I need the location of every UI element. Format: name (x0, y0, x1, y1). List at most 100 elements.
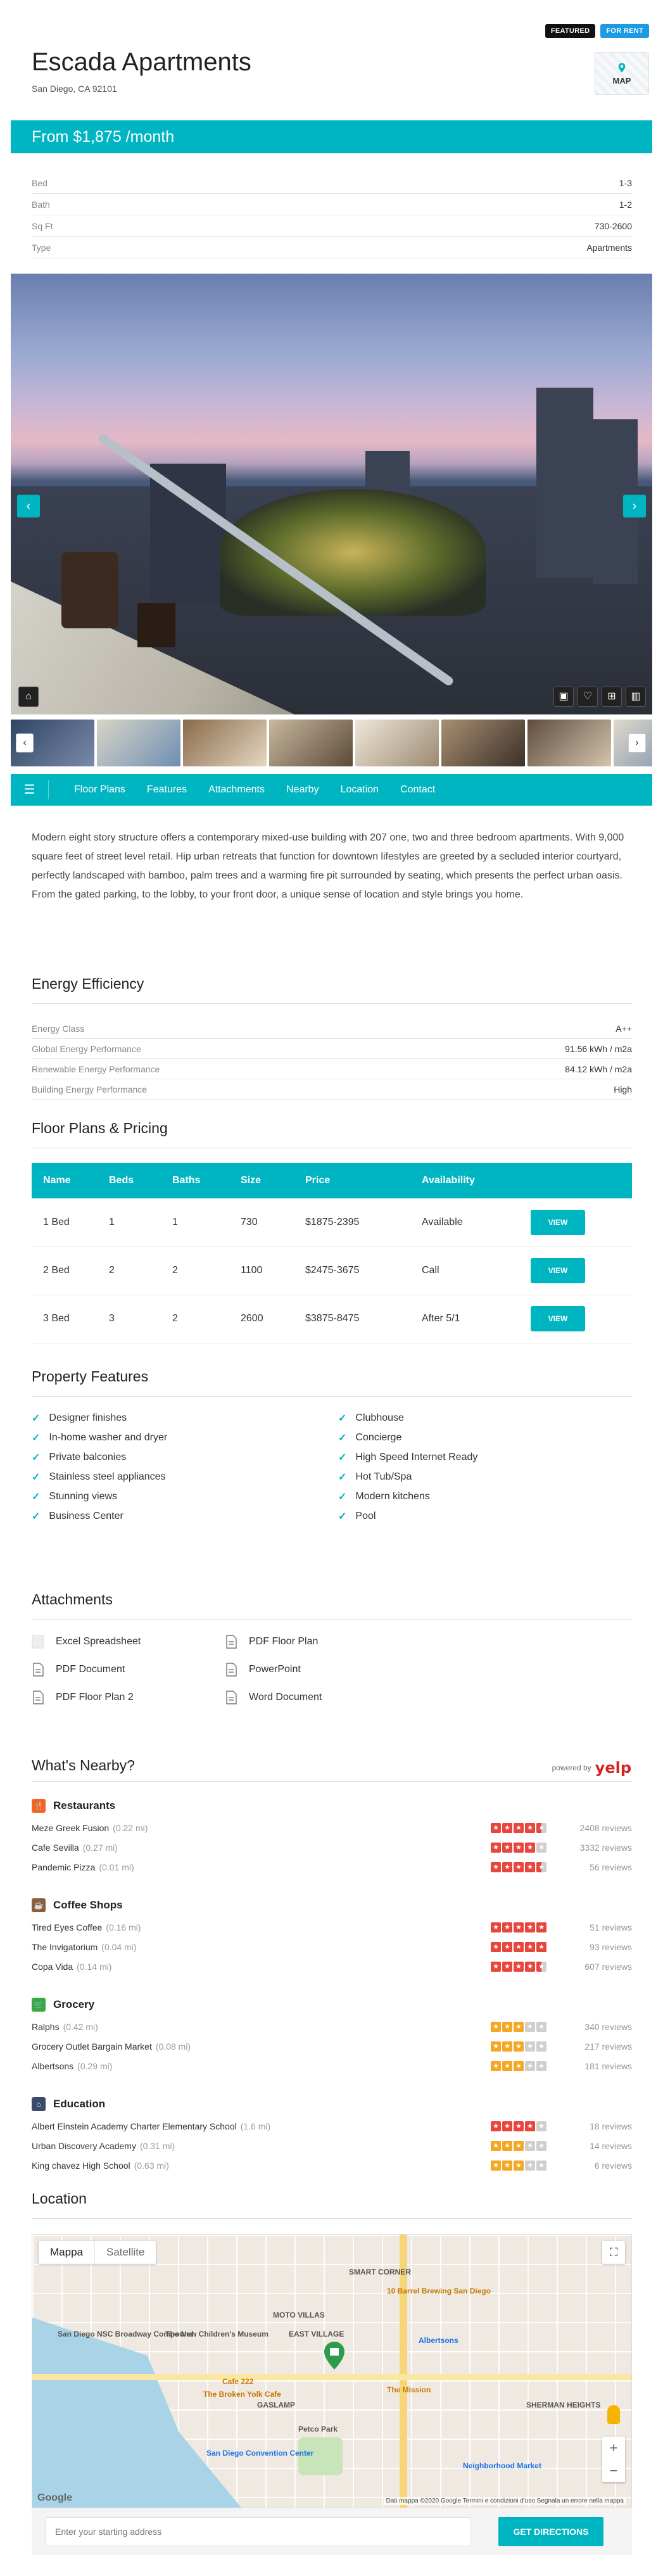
attachment-link[interactable]: PDF Document (32, 1662, 225, 1677)
place-name[interactable]: Tired Eyes Coffee (32, 1922, 102, 1932)
map-credits[interactable]: Dati mappa ©2020 Google Termini e condiz… (383, 2497, 626, 2505)
star-rating: ★ ★ ★ ★ ★ (491, 1843, 546, 1853)
place-name[interactable]: The Invigatorium (32, 1942, 98, 1952)
place-name[interactable]: Pandemic Pizza (32, 1862, 95, 1872)
thumbnail-strip[interactable] (11, 717, 652, 769)
location-map[interactable]: SMART CORNER EAST VILLAGE Albertsons The… (32, 2234, 632, 2508)
thumbnail[interactable] (183, 720, 267, 766)
place-name[interactable]: King chavez High School (32, 2160, 130, 2171)
review-count: 607 reviews (584, 1962, 632, 1972)
attachment-link[interactable]: PDF Floor Plan 2 (32, 1690, 225, 1705)
property-marker-icon[interactable] (324, 2341, 345, 2370)
feature-item: ✓ High Speed Internet Ready (338, 1450, 632, 1464)
energy-label: Energy Class (32, 1024, 85, 1034)
place-name[interactable]: Urban Discovery Academy (32, 2141, 136, 2151)
check-icon: ✓ (32, 1413, 41, 1424)
feature-item: ✓ Clubhouse (338, 1411, 632, 1425)
place-distance: (0.16 mi) (106, 1922, 141, 1932)
photo-gallery[interactable]: ‹ › ⌂ ▣ ♡ ⊞ ▥ (11, 274, 652, 714)
zoom-in-button[interactable]: + (602, 2437, 625, 2459)
check-icon: ✓ (32, 1452, 41, 1463)
category-title: Restaurants (53, 1799, 116, 1811)
attachment-link[interactable]: PowerPoint (225, 1662, 418, 1677)
home-icon[interactable]: ⌂ (18, 687, 39, 707)
place-name[interactable]: Meze Greek Fusion (32, 1823, 109, 1833)
spec-label: Type (32, 243, 51, 253)
attachment-label: PowerPoint (249, 1664, 301, 1675)
table-cell: 730 (229, 1198, 294, 1247)
view-button[interactable]: VIEW (531, 1258, 585, 1283)
menu-icon[interactable]: ☰ (11, 780, 49, 799)
document-icon (226, 1691, 237, 1704)
document-icon (226, 1635, 237, 1649)
place-name[interactable]: Copa Vida (32, 1962, 73, 1972)
star-icon: ★ (491, 1843, 501, 1853)
place-name[interactable]: Grocery Outlet Bargain Market (32, 2041, 152, 2052)
get-directions-button[interactable]: GET DIRECTIONS (498, 2517, 603, 2546)
satellite-tab[interactable]: Satellite (94, 2241, 156, 2264)
divider (32, 2218, 632, 2219)
yelp-attribution[interactable]: powered by yelp (552, 1759, 631, 1777)
thumbnail[interactable] (97, 720, 180, 766)
spec-label: Sq Ft (32, 221, 53, 231)
thumbnail[interactable] (269, 720, 353, 766)
feature-item: ✓ Pool (338, 1509, 632, 1523)
star-rating: ★ ★ ★ ★ ★ (491, 2022, 546, 2032)
place-name[interactable]: Cafe Sevilla (32, 1843, 79, 1853)
star-icon: ★ (502, 1962, 512, 1972)
thumbnail-next-button[interactable]: › (628, 733, 646, 752)
thumbnail[interactable] (355, 720, 439, 766)
category-title: Education (53, 2098, 106, 2110)
thumbnail[interactable] (527, 720, 611, 766)
nearby-category: ☕ Coffee Shops (32, 1898, 123, 1912)
star-icon: ★ (491, 2160, 501, 2171)
star-icon: ★ (536, 1862, 546, 1872)
place-distance: (0.01 mi) (99, 1862, 134, 1872)
feature-label: Concierge (355, 1432, 402, 1443)
grocery-icon: 🛒 (32, 1998, 46, 2012)
nav-floor-plans[interactable]: Floor Plans (74, 784, 125, 796)
attachment-label: PDF Document (56, 1664, 125, 1675)
feature-label: Pool (355, 1511, 376, 1521)
attachment-link[interactable]: Excel Spreadsheet (32, 1634, 225, 1649)
floor-plans-title: Floor Plans & Pricing (32, 1120, 168, 1136)
nav-features[interactable]: Features (147, 784, 187, 796)
map-tab[interactable]: Mappa (39, 2241, 94, 2264)
map-main-street (32, 2374, 631, 2380)
feature-item: ✓ Business Center (32, 1509, 325, 1523)
chart-icon[interactable]: ▥ (626, 687, 646, 707)
nav-attachments[interactable]: Attachments (208, 784, 265, 796)
map-label: MOTO VILLAS (273, 2311, 325, 2319)
nav-contact[interactable]: Contact (400, 784, 435, 796)
star-icon: ★ (502, 2041, 512, 2052)
gallery-prev-button[interactable]: ‹ (17, 495, 40, 517)
map-button[interactable]: MAP (595, 52, 649, 95)
spreadsheet-icon (32, 1635, 44, 1649)
star-icon: ★ (525, 2121, 535, 2131)
thumbnail[interactable] (441, 720, 525, 766)
image-icon[interactable]: ▣ (553, 687, 574, 707)
view-button[interactable]: VIEW (531, 1209, 585, 1235)
star-icon: ★ (502, 1942, 512, 1952)
star-icon: ★ (502, 1922, 512, 1932)
place-name[interactable]: Albertsons (32, 2061, 73, 2071)
fullscreen-icon[interactable]: ⛶ (602, 2241, 625, 2264)
energy-value: A++ (616, 1024, 632, 1034)
plus-icon[interactable]: ⊞ (602, 687, 622, 707)
nav-location[interactable]: Location (341, 784, 379, 796)
thumbnail-prev-button[interactable]: ‹ (16, 733, 34, 752)
heart-icon[interactable]: ♡ (578, 687, 598, 707)
attachment-label: PDF Floor Plan (249, 1636, 319, 1647)
gallery-next-button[interactable]: › (623, 495, 646, 517)
attachment-link[interactable]: Word Document (225, 1690, 418, 1705)
attachment-link[interactable]: PDF Floor Plan (225, 1634, 418, 1649)
view-button[interactable]: VIEW (531, 1306, 585, 1331)
place-name[interactable]: Albert Einstein Academy Charter Elementa… (32, 2121, 237, 2131)
starting-address-input[interactable] (46, 2517, 471, 2546)
zoom-out-button[interactable]: − (602, 2459, 625, 2482)
place-name[interactable]: Ralphs (32, 2022, 60, 2032)
street-view-pegman-icon[interactable] (607, 2405, 620, 2424)
table-cell: 2600 (229, 1295, 294, 1343)
nav-nearby[interactable]: Nearby (286, 784, 319, 796)
feature-label: Designer finishes (49, 1412, 127, 1423)
